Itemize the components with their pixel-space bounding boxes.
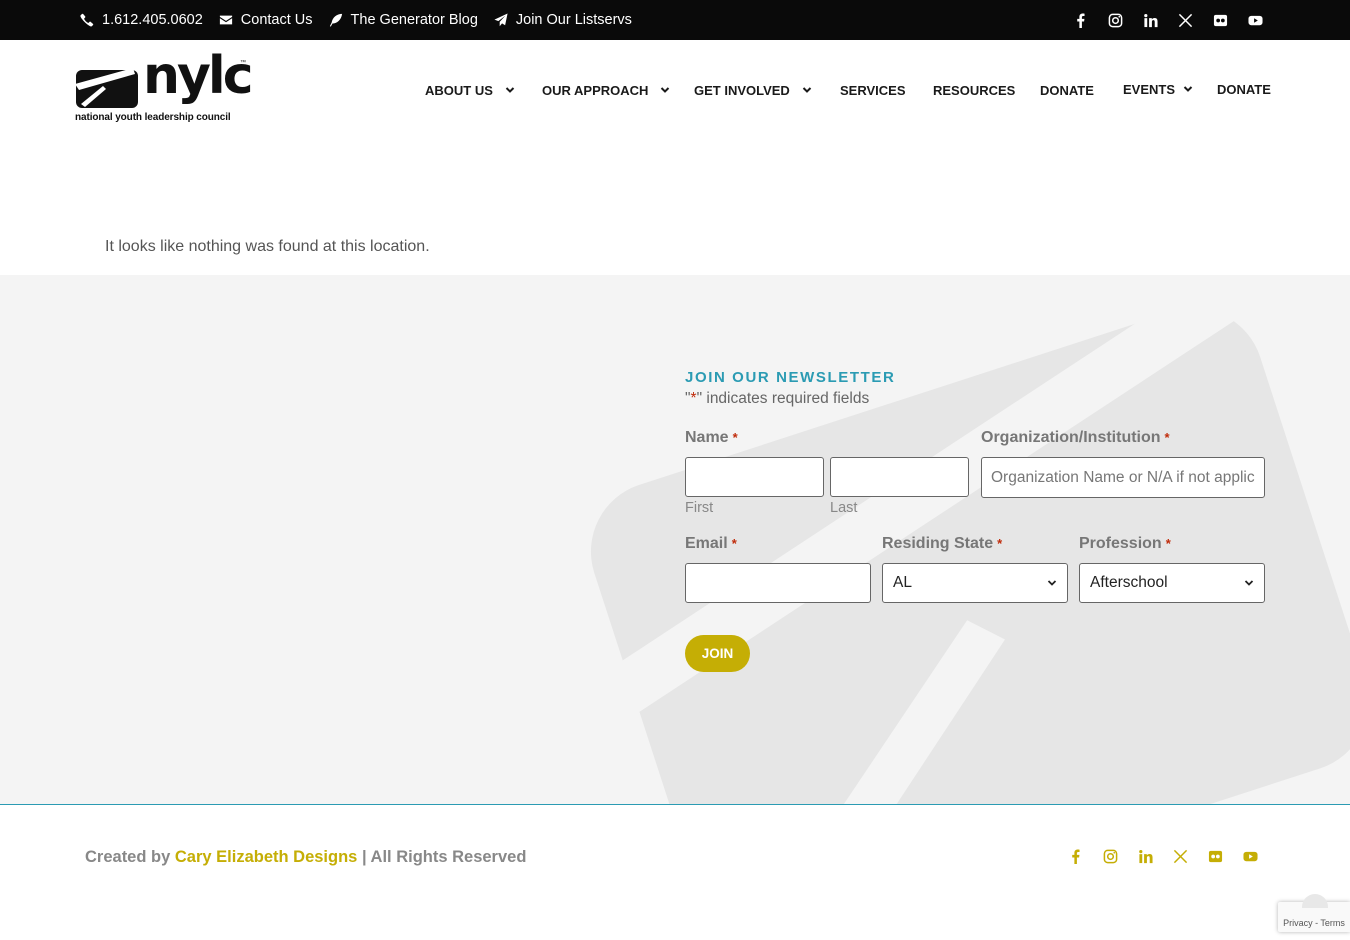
nav-events-label: Events (1123, 81, 1176, 97)
email-label-text: Email (685, 535, 728, 552)
nav-about-us-label: About Us (425, 82, 493, 98)
linkedin-icon[interactable] (1142, 12, 1158, 28)
nav-donate[interactable]: Donate (1040, 83, 1123, 98)
blog-link[interactable]: The Generator Blog (329, 12, 478, 28)
required-marker: * (732, 430, 738, 445)
site-footer: Created by Cary Elizabeth Designs | All … (0, 806, 1350, 940)
nav-resources[interactable]: Resources (933, 83, 1040, 98)
newsletter-section: JOIN OUR NEWSLETTER "*" indicates requir… (0, 275, 1350, 805)
last-name-sublabel: Last (830, 500, 858, 516)
credit-prefix: Created by (85, 848, 175, 866)
linkedin-icon[interactable] (1137, 848, 1153, 864)
listservs-link[interactable]: Join Our Listservs (494, 12, 632, 28)
chevron-down-icon (1183, 86, 1193, 92)
phone-icon (80, 13, 94, 27)
organization-label: Organization/Institution * (981, 429, 1170, 447)
nav-get-involved-label: Get Involved (694, 82, 790, 98)
x-icon[interactable] (1177, 12, 1193, 28)
required-marker: * (731, 536, 737, 551)
nav-services[interactable]: Services (840, 83, 933, 98)
email-label: Email * (685, 535, 737, 553)
chevron-down-icon (802, 87, 812, 93)
youtube-icon[interactable] (1247, 12, 1263, 28)
residing-state-select[interactable]: AL (882, 563, 1068, 603)
join-button[interactable]: JOIN (685, 635, 750, 672)
footer-social (1067, 848, 1258, 864)
logo-mark-icon (75, 68, 138, 108)
nav-our-approach[interactable]: Our Approach (542, 83, 694, 98)
nav-events[interactable]: Events (1123, 82, 1217, 97)
name-label: Name * (685, 429, 738, 447)
flickr-icon[interactable] (1207, 848, 1223, 864)
nav-donate-secondary-label: Donate (1217, 81, 1271, 97)
flickr-icon[interactable] (1212, 12, 1228, 28)
profession-label-text: Profession (1079, 535, 1162, 552)
nav-get-involved[interactable]: Get Involved (694, 83, 840, 98)
phone-link[interactable]: 1.612.405.0602 (80, 12, 203, 28)
logo-tagline: national youth leadership council (75, 112, 231, 123)
chevron-down-icon (661, 87, 670, 93)
instagram-icon[interactable] (1102, 848, 1118, 864)
required-marker: * (997, 536, 1003, 551)
nav-donate-secondary[interactable]: Donate (1217, 82, 1271, 97)
required-fields-note: "*" indicates required fields (685, 390, 869, 408)
required-note-text: " indicates required fields (696, 390, 870, 407)
chevron-down-icon (1244, 580, 1254, 586)
youtube-icon[interactable] (1242, 848, 1258, 864)
chevron-down-icon (505, 87, 515, 93)
residing-state-value: AL (893, 574, 912, 591)
top-bar-links: 1.612.405.0602 Contact Us The Generator … (80, 0, 632, 40)
nav-about-us[interactable]: About Us (425, 83, 542, 98)
facebook-icon[interactable] (1072, 12, 1088, 28)
organization-input[interactable] (981, 457, 1265, 498)
logo-trademark: ™ (240, 60, 246, 66)
recaptcha-logo-icon (1302, 894, 1328, 908)
site-header: nylc ™ national youth leadership council… (0, 40, 1350, 140)
contact-link[interactable]: Contact Us (219, 12, 313, 28)
profession-select[interactable]: Afterschool (1079, 563, 1265, 603)
email-input[interactable] (685, 563, 871, 603)
credit-suffix: | All Rights Reserved (357, 848, 527, 866)
top-bar: 1.612.405.0602 Contact Us The Generator … (0, 0, 1350, 40)
last-name-input[interactable] (830, 457, 969, 497)
name-label-text: Name (685, 429, 729, 446)
residing-state-label-text: Residing State (882, 535, 994, 552)
top-bar-social (1072, 0, 1263, 40)
profession-label: Profession * (1079, 535, 1171, 553)
envelope-icon (219, 15, 232, 25)
first-name-sublabel: First (685, 500, 714, 516)
feather-icon (329, 13, 342, 27)
phone-text: 1.612.405.0602 (102, 12, 203, 28)
organization-label-text: Organization/Institution (981, 429, 1161, 446)
facebook-icon[interactable] (1067, 848, 1083, 864)
nylc-logo[interactable]: nylc ™ national youth leadership council (75, 50, 254, 126)
nav-resources-label: Resources (933, 82, 1016, 98)
not-found-message: It looks like nothing was found at this … (105, 238, 430, 255)
x-icon[interactable] (1172, 848, 1188, 864)
footer-credit: Created by Cary Elizabeth Designs | All … (85, 848, 526, 867)
nav-our-approach-label: Our Approach (542, 82, 649, 98)
required-marker: * (1165, 536, 1171, 551)
nav-donate-label: Donate (1040, 82, 1094, 98)
recaptcha-text: Privacy - Terms (1283, 918, 1345, 928)
residing-state-label: Residing State * (882, 535, 1002, 553)
contact-text: Contact Us (240, 12, 313, 28)
paper-plane-icon (494, 13, 508, 27)
main-nav: About Us Our Approach Get Involved Servi… (425, 80, 1271, 100)
first-name-input[interactable] (685, 457, 824, 497)
instagram-icon[interactable] (1107, 12, 1123, 28)
nav-services-label: Services (840, 82, 906, 98)
chevron-down-icon (1047, 580, 1057, 586)
logo-wordmark: nylc (143, 46, 254, 106)
credit-designer-link[interactable]: Cary Elizabeth Designs (175, 848, 357, 866)
blog-text: The Generator Blog (350, 12, 478, 28)
main-content: It looks like nothing was found at this … (0, 140, 1350, 275)
recaptcha-badge[interactable]: Privacy - Terms (1278, 894, 1350, 932)
newsletter-title: JOIN OUR NEWSLETTER (685, 369, 896, 386)
required-marker: * (1164, 430, 1170, 445)
profession-value: Afterschool (1090, 574, 1168, 591)
listservs-text: Join Our Listservs (515, 12, 632, 28)
